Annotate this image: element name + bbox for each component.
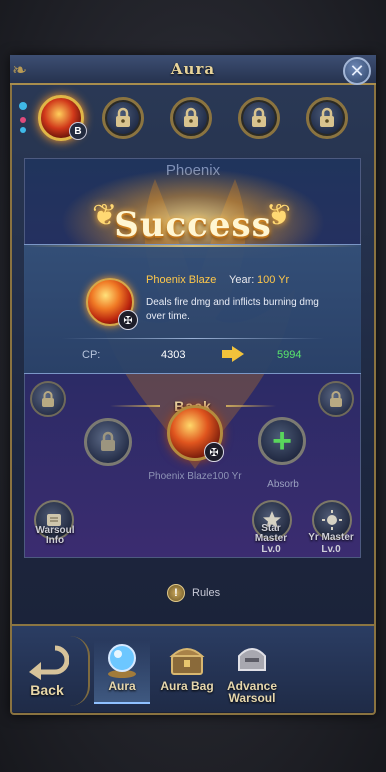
success-title: Success (114, 205, 272, 245)
gem-ornament-icon (19, 102, 27, 133)
close-icon: ✕ (349, 61, 365, 81)
warsoul-info-label: Warsoul Info (35, 525, 75, 546)
lock-icon (184, 107, 198, 127)
tab-advance-warsoul-label: Advance Warsoul (226, 679, 278, 705)
material-slot[interactable] (84, 418, 132, 466)
back-button[interactable]: Back (20, 640, 74, 702)
crystal-orb-icon (108, 644, 136, 678)
nav-divider (70, 636, 90, 706)
aura-slot-2[interactable] (102, 97, 144, 139)
year-value: 100 Yr (257, 274, 290, 286)
result-item-icon: ✠ (86, 278, 138, 330)
tab-aura-bag[interactable]: Aura Bag (156, 640, 218, 704)
treasure-chest-icon (169, 648, 205, 675)
stone-helmet-icon (238, 648, 266, 671)
aura-slot-3[interactable] (170, 97, 212, 139)
tab-aura[interactable]: Aura (94, 640, 150, 704)
phoenix-blaze-item[interactable]: ✠ (167, 405, 224, 462)
plus-icon: + (272, 422, 292, 460)
cp-old-value: 4303 (161, 349, 186, 361)
sword-shield-icon: ✠ (204, 442, 224, 462)
result-item-name: Phoenix Blaze (146, 274, 217, 286)
aura-slot-5[interactable] (306, 97, 348, 139)
tab-aura-label: Aura (108, 679, 136, 693)
corner-ornament: ❧ (12, 60, 28, 80)
result-divider (62, 338, 324, 339)
tab-advance-warsoul[interactable]: Advance Warsoul (220, 640, 284, 704)
aura-slot-4[interactable] (238, 97, 280, 139)
star-master-level: Lv.0 (261, 544, 281, 555)
lock-icon (101, 431, 115, 451)
close-button[interactable]: ✕ (343, 57, 371, 85)
return-arrow-icon (29, 645, 69, 680)
yr-master-label: Yr Master (308, 532, 354, 543)
year-label: Year: (229, 274, 255, 286)
lock-icon (252, 107, 266, 127)
tab-aura-bag-label: Aura Bag (160, 679, 214, 693)
result-item-description: Deals fire dmg and inflicts burning dmg … (146, 297, 319, 322)
rules-info-icon[interactable]: ! (167, 584, 185, 602)
star-master-label: Star Master (254, 523, 288, 544)
back-label: Back (30, 682, 64, 698)
aura-slot-1[interactable]: B (38, 95, 87, 141)
absorb-button[interactable]: + (258, 417, 306, 465)
cp-label: CP: (82, 349, 101, 361)
absorb-label: Absorb (267, 479, 299, 490)
center-item-name: Phoenix Blaze100 Yr (148, 471, 242, 482)
lock-icon (116, 107, 130, 127)
rules-link[interactable]: Rules (192, 587, 220, 599)
window-title: Aura (170, 60, 216, 78)
sword-shield-icon: ✠ (118, 310, 138, 330)
arrow-right-icon (222, 346, 244, 362)
cp-new-value: 5994 (277, 349, 302, 361)
lock-icon (320, 107, 334, 127)
sun-emblem-icon (322, 510, 342, 530)
title-bar: Aura (10, 55, 376, 85)
yr-master-level: Lv.0 (321, 544, 341, 555)
slot-grade-badge: B (69, 122, 87, 140)
